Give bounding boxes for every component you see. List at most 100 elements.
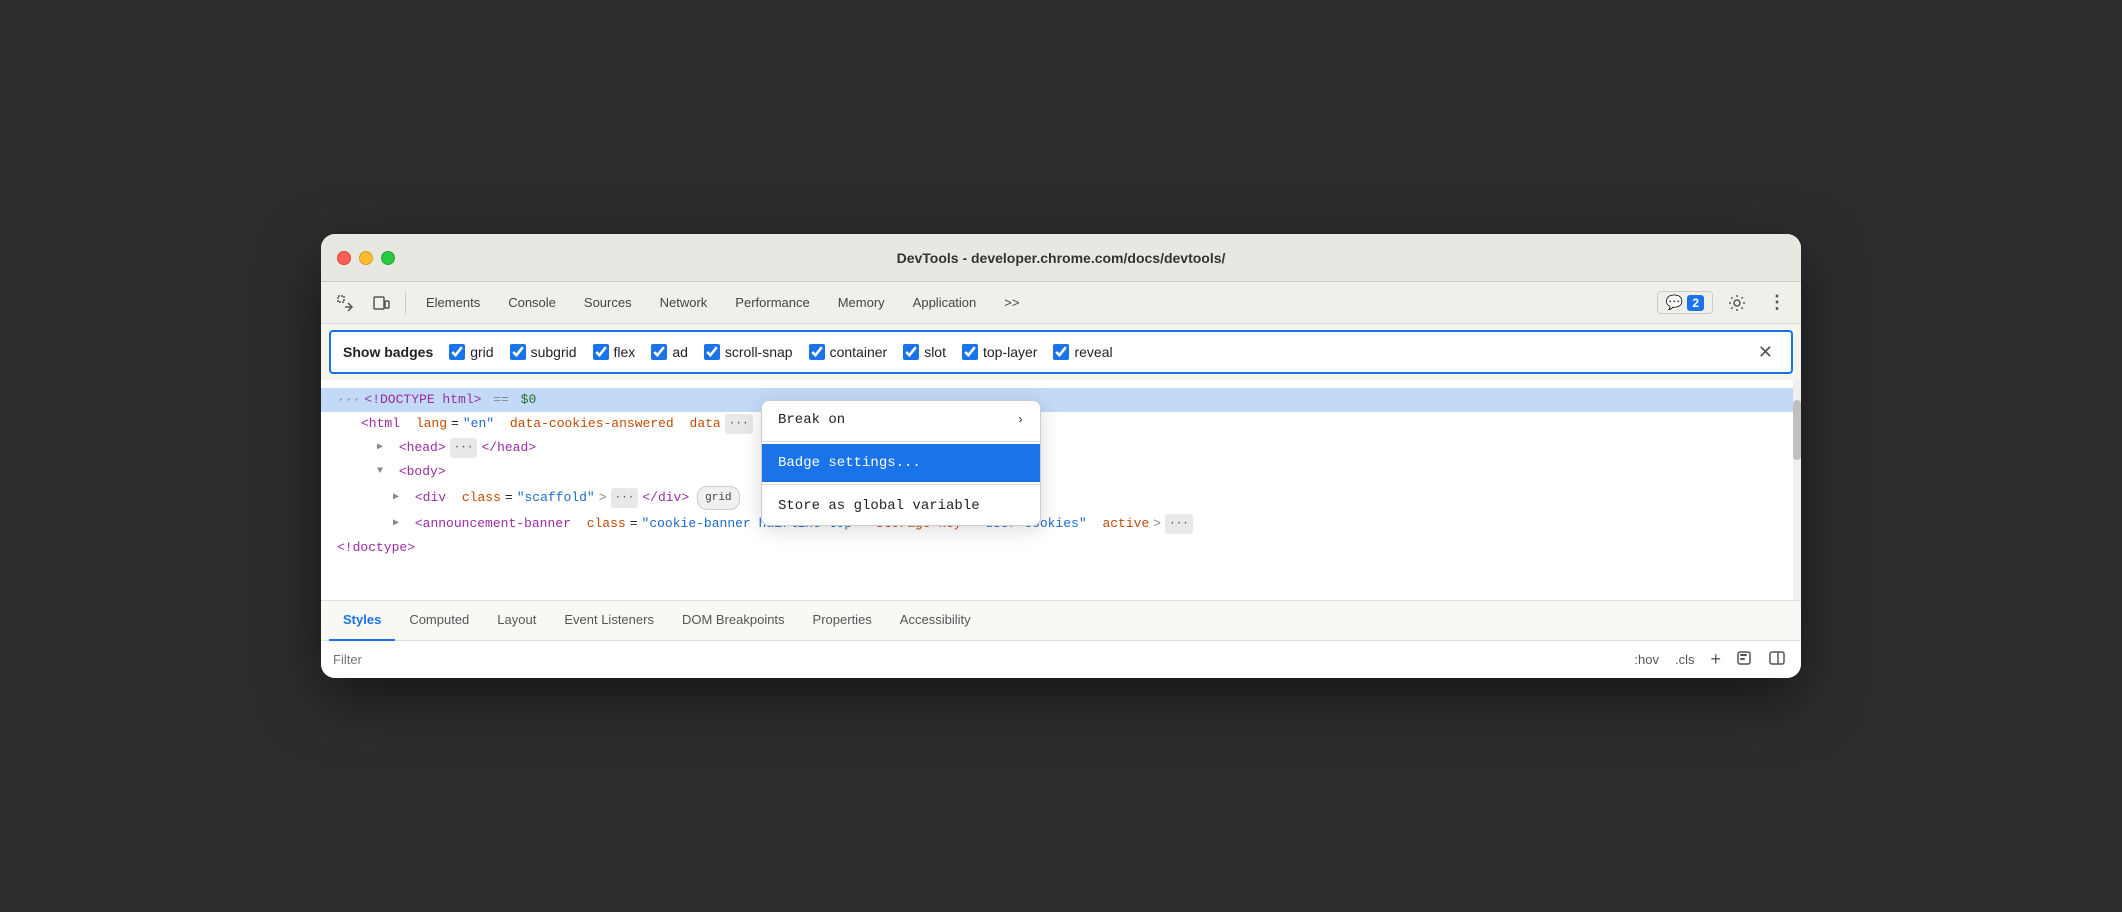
body-space — [387, 462, 395, 482]
element-state-icon[interactable] — [1733, 648, 1757, 671]
devtools-window: DevTools - developer.chrome.com/docs/dev… — [321, 234, 1801, 678]
inspector-icon[interactable] — [329, 287, 361, 319]
break-on-label: Break on — [778, 410, 845, 430]
context-menu-item-badge-settings[interactable]: Badge settings... — [762, 444, 1040, 482]
badge-settings-bar: Show badges grid subgrid flex ad scroll-… — [329, 330, 1793, 374]
more-tabs-button[interactable]: >> — [992, 291, 1031, 314]
line1-eq: == — [485, 390, 516, 410]
elements-panel: ··· <!DOCTYPE html> == $0 <html lang = "… — [321, 380, 1801, 600]
tab-properties[interactable]: Properties — [799, 601, 886, 641]
maximize-button[interactable] — [381, 251, 395, 265]
elements-scrollbar-track — [1793, 380, 1801, 600]
badge-settings-close-button[interactable]: ✕ — [1752, 340, 1779, 365]
badge-ad-checkbox[interactable] — [651, 344, 667, 360]
badge-grid-checkbox[interactable] — [449, 344, 465, 360]
head-line[interactable]: ▶ <head> ··· </head> — [321, 436, 1801, 460]
tab-accessibility[interactable]: Accessibility — [886, 601, 985, 641]
div-space — [403, 488, 411, 508]
tab-memory[interactable]: Memory — [826, 291, 897, 314]
context-menu-item-break-on[interactable]: Break on › — [762, 401, 1040, 439]
more-options-icon[interactable]: ⋮ — [1761, 287, 1793, 319]
tab-computed[interactable]: Computed — [395, 601, 483, 641]
badge-flex-checkbox[interactable] — [593, 344, 609, 360]
tab-performance[interactable]: Performance — [723, 291, 821, 314]
settings-icon[interactable] — [1721, 287, 1753, 319]
head-expand[interactable]: ▶ — [377, 438, 383, 458]
html-tag-line[interactable]: <html lang = "en" data-cookies-answered … — [321, 412, 1801, 436]
doctype-tag: <!DOCTYPE html> — [364, 390, 481, 410]
tab-layout[interactable]: Layout — [483, 601, 550, 641]
head-space — [387, 438, 395, 458]
doctype2-line[interactable]: <!doctype> — [321, 536, 1801, 560]
banner-line[interactable]: ▶ <announcement-banner class = "cookie-b… — [321, 512, 1801, 536]
hov-button[interactable]: :hov — [1630, 650, 1663, 669]
grid-badge[interactable]: grid — [697, 486, 739, 510]
filter-input[interactable] — [333, 652, 1630, 667]
context-menu-item-store-global[interactable]: Store as global variable — [762, 487, 1040, 525]
tab-console[interactable]: Console — [496, 291, 568, 314]
filter-actions: :hov .cls + — [1630, 647, 1789, 672]
div-close: </div> — [642, 488, 689, 508]
badge-settings-label: Show badges — [343, 344, 433, 360]
div-class-val: "scaffold" — [517, 488, 595, 508]
badge-scroll-snap-checkbox[interactable] — [704, 344, 720, 360]
banner-space4 — [1091, 514, 1099, 534]
tab-styles[interactable]: Styles — [329, 601, 395, 641]
div-expand[interactable]: ▶ — [393, 488, 399, 508]
doctype-line[interactable]: ··· <!DOCTYPE html> == $0 — [321, 388, 1801, 412]
html-cookies-attr: data-cookies-answered — [510, 414, 674, 434]
context-menu: Break on › Badge settings... Store as gl… — [761, 400, 1041, 526]
badge-subgrid-checkbox[interactable] — [510, 344, 526, 360]
messages-button[interactable]: 💬 2 — [1657, 291, 1713, 314]
tab-sources[interactable]: Sources — [572, 291, 644, 314]
badge-item-container: container — [809, 344, 888, 360]
html-space3 — [678, 414, 686, 434]
badge-count: 2 — [1687, 295, 1704, 311]
banner-tag: <announcement-banner — [415, 514, 571, 534]
cls-button[interactable]: .cls — [1671, 650, 1699, 669]
html-open: <html — [361, 414, 400, 434]
badge-item-slot: slot — [903, 344, 946, 360]
banner-class-attr: class — [587, 514, 626, 534]
badge-scroll-snap-label: scroll-snap — [725, 344, 793, 360]
banner-space — [403, 514, 411, 534]
toolbar-divider — [405, 291, 406, 315]
title-bar: DevTools - developer.chrome.com/docs/dev… — [321, 234, 1801, 282]
badge-container-checkbox[interactable] — [809, 344, 825, 360]
tab-application[interactable]: Application — [901, 291, 989, 314]
banner-ellipsis: ··· — [1165, 514, 1193, 534]
div-scaffold-line[interactable]: ▶ <div class = "scaffold" > ··· </div> g… — [321, 484, 1801, 512]
html-ellipsis1: ··· — [725, 414, 753, 434]
div-space2 — [450, 488, 458, 508]
badge-slot-checkbox[interactable] — [903, 344, 919, 360]
div-gt: > — [599, 488, 607, 508]
context-menu-divider2 — [762, 484, 1040, 485]
banner-expand[interactable]: ▶ — [393, 514, 399, 534]
badge-grid-label: grid — [470, 344, 493, 360]
close-button[interactable] — [337, 251, 351, 265]
badge-item-top-layer: top-layer — [962, 344, 1037, 360]
minimize-button[interactable] — [359, 251, 373, 265]
badge-ad-label: ad — [672, 344, 688, 360]
body-line[interactable]: ▼ <body> — [321, 460, 1801, 484]
badge-item-reveal: reveal — [1053, 344, 1112, 360]
body-expand[interactable]: ▼ — [377, 462, 383, 482]
break-on-arrow: › — [1017, 410, 1024, 430]
badge-reveal-checkbox[interactable] — [1053, 344, 1069, 360]
tab-network[interactable]: Network — [648, 291, 720, 314]
tab-elements[interactable]: Elements — [414, 291, 492, 314]
div-ellipsis: ··· — [611, 488, 639, 508]
banner-space2 — [575, 514, 583, 534]
badge-reveal-label: reveal — [1074, 344, 1112, 360]
elements-scrollbar-thumb[interactable] — [1793, 400, 1801, 460]
add-style-button[interactable]: + — [1706, 647, 1725, 672]
html-space2 — [498, 414, 506, 434]
sidebar-toggle-icon[interactable] — [1765, 648, 1789, 671]
device-toggle-icon[interactable] — [365, 287, 397, 319]
tab-event-listeners[interactable]: Event Listeners — [550, 601, 668, 641]
badge-top-layer-label: top-layer — [983, 344, 1037, 360]
badge-top-layer-checkbox[interactable] — [962, 344, 978, 360]
badge-item-grid: grid — [449, 344, 493, 360]
badge-subgrid-label: subgrid — [531, 344, 577, 360]
tab-dom-breakpoints[interactable]: DOM Breakpoints — [668, 601, 799, 641]
